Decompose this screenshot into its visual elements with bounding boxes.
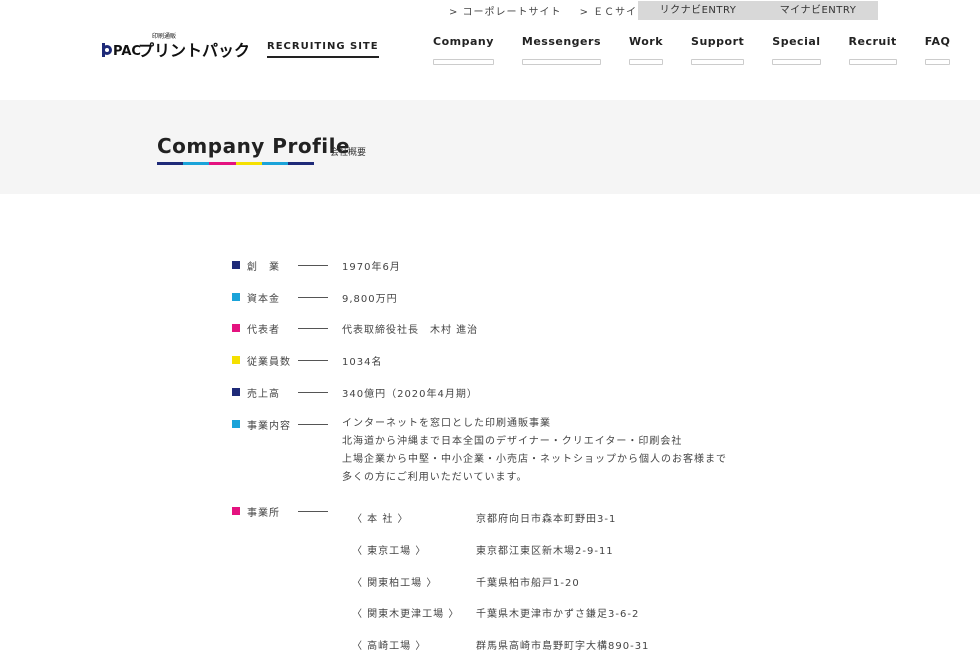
bullet-square-icon [232, 293, 240, 301]
divider [298, 297, 328, 298]
nav-underline [433, 59, 494, 65]
office-name: 〈 本 社 〉 [352, 514, 409, 525]
office-name: 〈 高崎工場 〉 [352, 641, 427, 652]
office-name: 〈 関東柏工場 〉 [352, 578, 438, 589]
profile-label: 代表者 [247, 325, 280, 336]
profile-value: 代表取締役社長 木村 進治 [342, 325, 479, 336]
svg-text:PAC: PAC [113, 44, 141, 59]
title-color-underline [157, 162, 315, 165]
business-line: インターネットを窓口とした印刷通販事業 [342, 418, 551, 429]
profile-label: 創 業 [247, 262, 280, 273]
business-line: 多くの方にご利用いただいています。 [342, 472, 528, 483]
nav-special[interactable]: Special [772, 35, 821, 65]
title-band [0, 100, 980, 194]
nav-underline [848, 59, 897, 65]
profile-label: 事業内容 [247, 421, 291, 432]
profile-value: 1034名 [342, 357, 383, 368]
profile-value: 1970年6月 [342, 262, 401, 273]
bullet-square-icon [232, 388, 240, 396]
divider [298, 392, 328, 393]
mynavi-entry-button[interactable]: マイナビENTRY [758, 1, 878, 20]
logo-mark-icon: PAC プリントパック 印刷通販 [102, 32, 250, 60]
business-line: 上場企業から中堅・中小企業・小売店・ネットショップから個人のお客様まで [342, 454, 727, 465]
profile-label: 事業所 [247, 508, 280, 519]
bullet-square-icon [232, 356, 240, 364]
page-subtitle: 会社概要 [330, 148, 367, 158]
nav-faq[interactable]: FAQ [924, 35, 951, 65]
recruiting-site-label: RECRUITING SITE [267, 41, 379, 58]
rikunabi-entry-button[interactable]: リクナビENTRY [638, 1, 758, 20]
office-address: 千葉県木更津市かずさ鎌足3-6-2 [476, 609, 640, 620]
nav-company[interactable]: Company [433, 35, 494, 65]
divider [298, 265, 328, 266]
utility-links: > コーポレートサイト > ＥＣサイト [449, 3, 666, 18]
nav-label: Company [433, 35, 494, 48]
nav-label: Work [629, 35, 664, 48]
business-line: 北海道から沖縄まで日本全国のデザイナー・クリエイター・印刷会社 [342, 436, 683, 447]
corporate-site-link[interactable]: > コーポレートサイト [449, 3, 562, 18]
divider [298, 360, 328, 361]
divider [298, 511, 328, 512]
nav-underline [772, 59, 821, 65]
office-name: 〈 関東木更津工場 〉 [352, 609, 460, 620]
site-header: > コーポレートサイト > ＥＣサイト リクナビENTRY マイナビENTRY … [0, 0, 980, 100]
nav-label: Recruit [848, 35, 897, 48]
nav-label: FAQ [924, 35, 951, 48]
nav-messengers[interactable]: Messengers [521, 35, 601, 65]
nav-underline [521, 59, 601, 65]
nav-work[interactable]: Work [629, 35, 664, 65]
profile-value: インターネットを窓口とした印刷通販事業 北海道から沖縄まで日本全国のデザイナー・… [342, 415, 727, 487]
bullet-square-icon [232, 507, 240, 515]
office-name: 〈 東京工場 〉 [352, 546, 427, 557]
nav-label: Special [772, 35, 821, 48]
nav-recruit[interactable]: Recruit [848, 35, 897, 65]
bullet-square-icon [232, 261, 240, 269]
bullet-square-icon [232, 324, 240, 332]
svg-text:プリントパック: プリントパック [138, 41, 248, 60]
nav-support[interactable]: Support [691, 35, 745, 65]
profile-value: 9,800万円 [342, 294, 398, 305]
bullet-square-icon [232, 420, 240, 428]
nav-label: Support [691, 35, 745, 48]
page-title: Company Profile [157, 134, 351, 158]
svg-text:印刷通販: 印刷通販 [152, 32, 176, 40]
office-address: 東京都江東区新木場2-9-11 [476, 546, 614, 557]
divider [298, 424, 328, 425]
office-address: 群馬県高崎市島野町字大構890-31 [476, 641, 650, 652]
office-address: 千葉県柏市船戸1-20 [476, 578, 580, 589]
divider [298, 328, 328, 329]
profile-value: 340億円（2020年4月期） [342, 389, 478, 400]
printpac-logo[interactable]: PAC プリントパック 印刷通販 [100, 30, 250, 60]
office-address: 京都府向日市森本町野田3-1 [476, 514, 617, 525]
profile-label: 従業員数 [247, 357, 291, 368]
profile-label: 資本金 [247, 294, 280, 305]
nav-underline [691, 59, 745, 65]
nav-label: Messengers [521, 35, 601, 48]
nav-underline [629, 59, 664, 65]
main-nav: Company Messengers Work Support Special … [433, 35, 978, 65]
profile-label: 売上高 [247, 389, 280, 400]
nav-underline [924, 59, 951, 65]
